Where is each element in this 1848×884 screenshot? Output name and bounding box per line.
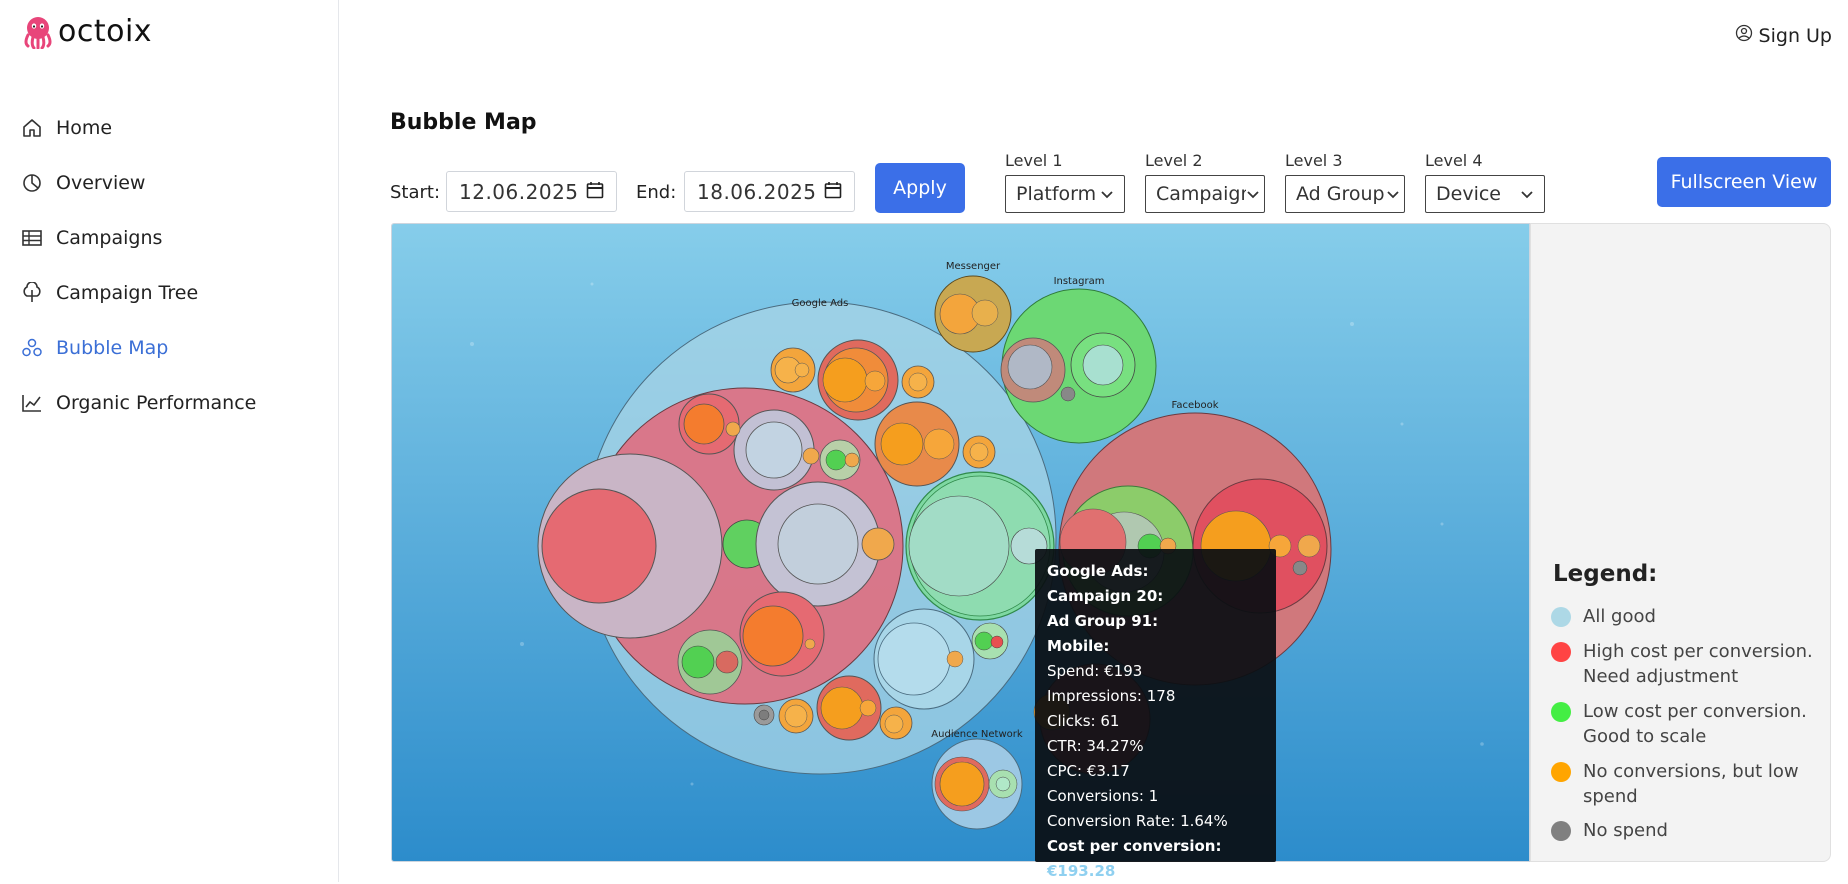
legend-label: No conversions, but low spend — [1583, 761, 1799, 807]
tooltip-ctr: CTR: 34.27% — [1047, 737, 1144, 755]
start-label: Start: — [390, 182, 441, 203]
level2-select[interactable]: Campaign — [1145, 175, 1265, 213]
legend-label: Low cost per conversion. Good to scale — [1583, 701, 1807, 747]
tooltip-conversion-rate: Conversion Rate: 1.64% — [1047, 812, 1228, 830]
legend-item-no-spend: No spend — [1551, 818, 1821, 843]
tooltip-conversions: Conversions: 1 — [1047, 787, 1159, 805]
sidebar-nav: Home Overview Campaigns Campaign Tree Bu… — [20, 100, 256, 430]
level3-value: Ad Group — [1296, 183, 1385, 205]
legend-swatch — [1551, 821, 1571, 841]
sidebar-item-organic-performance[interactable]: Organic Performance — [20, 375, 256, 430]
bubble-map[interactable]: Google Ads Messenger Instagram Facebook … — [391, 223, 1530, 862]
bubble-label-audience-network: Audience Network — [931, 729, 1023, 740]
legend-item-no-conversions: No conversions, but low spend — [1551, 759, 1821, 809]
sidebar-item-label: Bubble Map — [56, 336, 169, 359]
chevron-down-icon — [1520, 183, 1534, 205]
fullscreen-view-button[interactable]: Fullscreen View — [1657, 157, 1831, 207]
tooltip-cpa-label: Cost per conversion: — [1047, 837, 1222, 855]
tooltip-platform: Google Ads: — [1047, 562, 1149, 580]
sidebar-item-label: Campaign Tree — [56, 281, 199, 304]
tooltip-cpc: CPC: €3.17 — [1047, 762, 1130, 780]
tree-icon — [20, 281, 44, 305]
sidebar-item-label: Organic Performance — [56, 391, 257, 414]
chevron-down-icon — [1386, 183, 1400, 205]
tooltip-cpa-value: €193.28 — [1047, 862, 1116, 880]
chevron-down-icon — [1246, 183, 1260, 205]
logo[interactable]: octoix — [22, 14, 152, 49]
level1-label: Level 1 — [1005, 151, 1063, 170]
pie-chart-icon — [20, 171, 44, 195]
legend-label: No spend — [1583, 820, 1668, 841]
sidebar-item-campaign-tree[interactable]: Campaign Tree — [20, 265, 256, 320]
bubble-label-facebook: Facebook — [1172, 400, 1219, 411]
line-chart-icon — [20, 391, 44, 415]
bubble-tooltip: Google Ads: Campaign 20: Ad Group 91: Mo… — [1035, 549, 1276, 880]
sidebar-item-bubble-map[interactable]: Bubble Map — [20, 320, 256, 375]
tooltip-spend: Spend: €193 — [1047, 662, 1143, 680]
bubble-label-messenger: Messenger — [946, 261, 1001, 272]
tooltip-ad-group: Ad Group 91: — [1047, 612, 1159, 630]
sign-up-link[interactable]: Sign Up — [1735, 24, 1832, 47]
apply-button[interactable]: Apply — [875, 163, 965, 213]
level2-label: Level 2 — [1145, 151, 1203, 170]
bubble-map-canvas[interactable]: Google Ads Messenger Instagram Facebook … — [392, 224, 1530, 862]
legend-panel: Legend: All good High cost per conversio… — [1530, 223, 1831, 862]
logo-text: octoix — [58, 14, 153, 49]
legend-swatch — [1551, 762, 1571, 782]
level3-label: Level 3 — [1285, 151, 1343, 170]
legend-item-high-cost: High cost per conversion. Need adjustmen… — [1551, 639, 1821, 689]
legend-item-low-cost: Low cost per conversion. Good to scale — [1551, 699, 1821, 749]
legend-swatch — [1551, 642, 1571, 662]
legend-item-all-good: All good — [1551, 604, 1821, 629]
tooltip-impressions: Impressions: 178 — [1047, 687, 1176, 705]
sidebar-item-campaigns[interactable]: Campaigns — [20, 210, 256, 265]
level1-value: Platform — [1016, 183, 1097, 205]
bubble-label-google-ads: Google Ads — [792, 298, 849, 309]
start-date-input[interactable]: 12.06.2025 — [446, 171, 617, 212]
tooltip-device: Mobile: — [1047, 637, 1110, 655]
sidebar-item-overview[interactable]: Overview — [20, 155, 256, 210]
sign-up-label: Sign Up — [1758, 24, 1832, 47]
tooltip-cost-per-conversion: Cost per conversion: €193.28 — [1047, 834, 1264, 884]
start-date-value: 12.06.2025 — [459, 179, 579, 204]
page-title: Bubble Map — [390, 110, 537, 135]
tooltip-clicks: Clicks: 61 — [1047, 712, 1120, 730]
legend-swatch — [1551, 607, 1571, 627]
chevron-down-icon — [1100, 183, 1114, 205]
level3-select[interactable]: Ad Group — [1285, 175, 1405, 213]
calendar-icon[interactable] — [586, 180, 604, 204]
legend-label: High cost per conversion. Need adjustmen… — [1583, 641, 1813, 687]
level1-select[interactable]: Platform — [1005, 175, 1125, 213]
sidebar-item-label: Home — [56, 116, 113, 139]
level2-value: Campaign — [1156, 183, 1246, 205]
legend-title: Legend: — [1553, 561, 1658, 587]
level4-label: Level 4 — [1425, 151, 1483, 170]
user-icon — [1735, 24, 1753, 47]
bubbles-icon — [20, 336, 44, 360]
level4-value: Device — [1436, 183, 1501, 205]
table-icon — [20, 226, 44, 250]
level4-select[interactable]: Device — [1425, 175, 1545, 213]
home-icon — [20, 116, 44, 140]
tooltip-campaign: Campaign 20: — [1047, 587, 1164, 605]
sidebar-item-home[interactable]: Home — [20, 100, 256, 155]
sidebar-item-label: Campaigns — [56, 226, 163, 249]
end-date-input[interactable]: 18.06.2025 — [684, 171, 855, 212]
sidebar-item-label: Overview — [56, 171, 146, 194]
legend-swatch — [1551, 702, 1571, 722]
end-date-value: 18.06.2025 — [697, 179, 817, 204]
end-label: End: — [636, 182, 677, 203]
sidebar: octoix Home Overview Campaigns Campaign … — [0, 0, 339, 882]
octopus-logo-icon — [24, 16, 52, 49]
calendar-icon[interactable] — [824, 180, 842, 204]
bubble-label-instagram: Instagram — [1054, 276, 1105, 287]
legend-label: All good — [1583, 606, 1656, 627]
